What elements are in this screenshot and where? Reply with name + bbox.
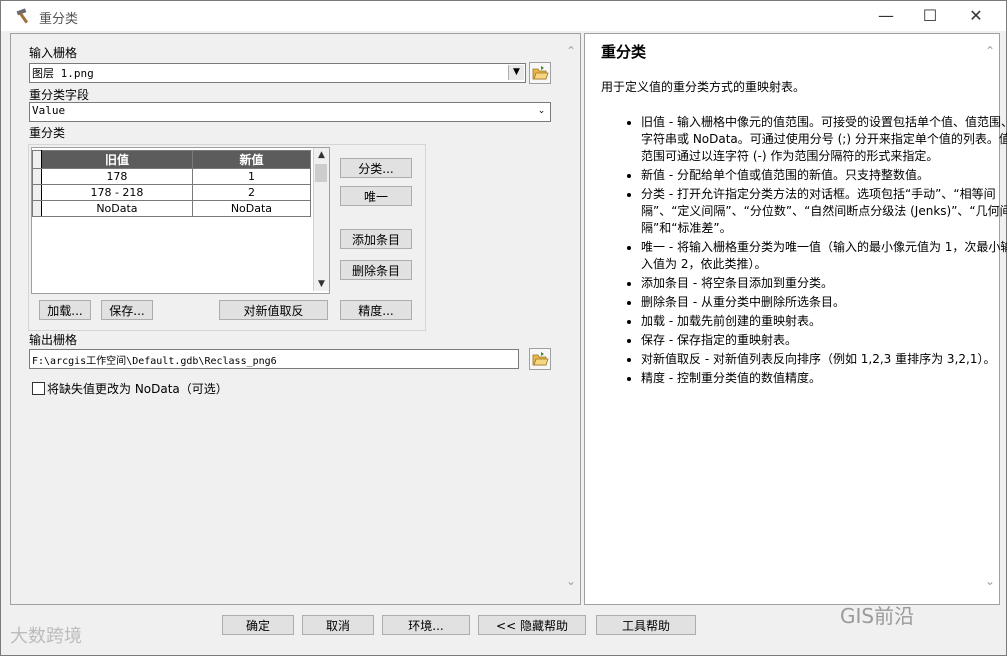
help-intro: 用于定义值的重分类方式的重映射表。 xyxy=(601,80,806,94)
classify-button[interactable]: 分类... xyxy=(340,158,412,178)
table-row[interactable]: 178 - 218 2 xyxy=(32,184,312,201)
reverse-new-values-button[interactable]: 对新值取反 xyxy=(219,300,328,320)
help-item: 旧值 - 输入栅格中像元的值范围。可接受的设置包括单个值、值范围、字符串或 No… xyxy=(641,114,1007,165)
watermark-right: GIS前沿 xyxy=(840,604,915,628)
help-item: 分类 - 打开允许指定分类方法的对话框。选项包括“手动”、“相等间隔”、“定义间… xyxy=(641,186,1007,237)
table-scrollbar[interactable]: ▲ ▼ xyxy=(313,148,329,291)
help-item: 删除条目 - 从重分类中删除所选条目。 xyxy=(641,294,1007,311)
chevron-down-icon[interactable]: ⌄ xyxy=(985,574,995,588)
scroll-up-icon[interactable]: ▲ xyxy=(314,148,329,162)
help-title: 重分类 xyxy=(601,43,647,61)
row-selector[interactable] xyxy=(32,200,42,217)
column-header-new[interactable]: 新值 xyxy=(191,150,312,169)
browse-output-raster-button[interactable] xyxy=(529,348,551,370)
minimize-button[interactable]: — xyxy=(871,5,901,27)
help-scrollbar[interactable]: ⌃ ⌄ xyxy=(983,34,999,604)
help-pane: 重分类 用于定义值的重分类方式的重映射表。 旧值 - 输入栅格中像元的值范围。可… xyxy=(584,33,1007,605)
window-title: 重分类 xyxy=(39,12,79,27)
help-item: 对新值取反 - 对新值列表反向排序（例如 1,2,3 重排序为 3,2,1）。 xyxy=(641,351,1007,368)
help-item: 新值 - 分配给单个值或值范围的新值。只支持整数值。 xyxy=(641,167,1007,184)
nodata-checkbox[interactable] xyxy=(32,382,45,395)
add-entry-button[interactable]: 添加条目 xyxy=(340,229,412,249)
column-header-old[interactable]: 旧值 xyxy=(41,150,193,169)
help-item: 精度 - 控制重分类值的数值精度。 xyxy=(641,370,1007,387)
new-value-cell[interactable]: 2 xyxy=(191,184,312,201)
help-item: 唯一 - 将输入栅格重分类为唯一值（输入的最小像元值为 1，次最小输入值为 2，… xyxy=(641,239,1007,273)
scroll-thumb[interactable] xyxy=(315,164,327,182)
output-raster-value: F:\arcgis工作空间\Default.gdb\Reclass_png6 xyxy=(32,356,277,367)
open-input-raster-button[interactable] xyxy=(529,62,551,84)
field-label: 重分类字段 xyxy=(29,88,90,102)
save-button[interactable]: 保存... xyxy=(101,300,153,320)
ok-button[interactable]: 确定 xyxy=(222,615,294,635)
output-raster-field[interactable]: F:\arcgis工作空间\Default.gdb\Reclass_png6 xyxy=(29,349,519,369)
unique-button[interactable]: 唯一 xyxy=(340,186,412,206)
nodata-checkbox-label[interactable]: 将缺失值更改为 NoData（可选） xyxy=(47,380,228,397)
help-list: 旧值 - 输入栅格中像元的值范围。可接受的设置包括单个值、值范围、字符串或 No… xyxy=(601,114,1007,389)
chevron-down-icon[interactable]: ▼ xyxy=(508,65,524,80)
new-value-cell[interactable]: NoData xyxy=(191,200,312,217)
row-selector[interactable] xyxy=(32,168,42,185)
delete-entry-button[interactable]: 删除条目 xyxy=(340,260,412,280)
input-raster-label: 输入栅格 xyxy=(29,46,78,60)
help-item: 保存 - 保存指定的重映射表。 xyxy=(641,332,1007,349)
environments-button[interactable]: 环境... xyxy=(382,615,470,635)
new-value-cell[interactable]: 1 xyxy=(191,168,312,185)
chevron-down-icon[interactable]: ⌄ xyxy=(534,104,549,119)
maximize-button[interactable]: ☐ xyxy=(915,5,945,27)
load-button[interactable]: 加载... xyxy=(39,300,91,320)
watermark-left: 大数跨境 xyxy=(10,626,82,647)
old-value-cell[interactable]: NoData xyxy=(41,200,193,217)
help-item: 添加条目 - 将空条目添加到重分类。 xyxy=(641,275,1007,292)
reclass-table[interactable]: 旧值 新值 178 1 178 - 218 2 NoData NoData ▲ xyxy=(31,147,330,294)
old-value-cell[interactable]: 178 - 218 xyxy=(41,184,193,201)
close-button[interactable]: ✕ xyxy=(961,5,991,27)
tool-help-button[interactable]: 工具帮助 xyxy=(596,615,696,635)
title-bar: 重分类 — ☐ ✕ xyxy=(1,1,1006,31)
scroll-down-icon[interactable]: ▼ xyxy=(314,277,329,291)
parameters-scrollbar[interactable]: ⌃ ⌄ xyxy=(564,34,580,604)
table-header-row: 旧值 新值 xyxy=(32,150,312,169)
precision-button[interactable]: 精度... xyxy=(340,300,412,320)
chevron-up-icon[interactable]: ⌃ xyxy=(985,44,995,58)
chevron-down-icon[interactable]: ⌄ xyxy=(566,574,576,588)
field-value: Value xyxy=(32,104,66,117)
table-row[interactable]: NoData NoData xyxy=(32,200,312,217)
output-raster-label: 输出栅格 xyxy=(29,333,78,347)
hide-help-button[interactable]: << 隐藏帮助 xyxy=(478,615,586,635)
input-raster-combo[interactable]: 图层 1.png ▼ xyxy=(29,63,526,83)
row-header-corner xyxy=(32,150,42,169)
row-selector[interactable] xyxy=(32,184,42,201)
folder-open-icon xyxy=(532,66,549,80)
chevron-up-icon[interactable]: ⌃ xyxy=(566,44,576,58)
table-row[interactable]: 178 1 xyxy=(32,168,312,185)
help-item: 加载 - 加载先前创建的重映射表。 xyxy=(641,313,1007,330)
tool-parameters-pane: 输入栅格 图层 1.png ▼ 重分类字段 Value ⌄ 重分类 旧值 新值 … xyxy=(10,33,581,605)
reclass-label: 重分类 xyxy=(29,126,66,140)
folder-open-icon xyxy=(532,352,549,366)
cancel-button[interactable]: 取消 xyxy=(302,615,374,635)
old-value-cell[interactable]: 178 xyxy=(41,168,193,185)
input-raster-value: 图层 1.png xyxy=(32,67,94,80)
field-combo[interactable]: Value ⌄ xyxy=(29,102,551,122)
hammer-icon xyxy=(16,8,29,24)
